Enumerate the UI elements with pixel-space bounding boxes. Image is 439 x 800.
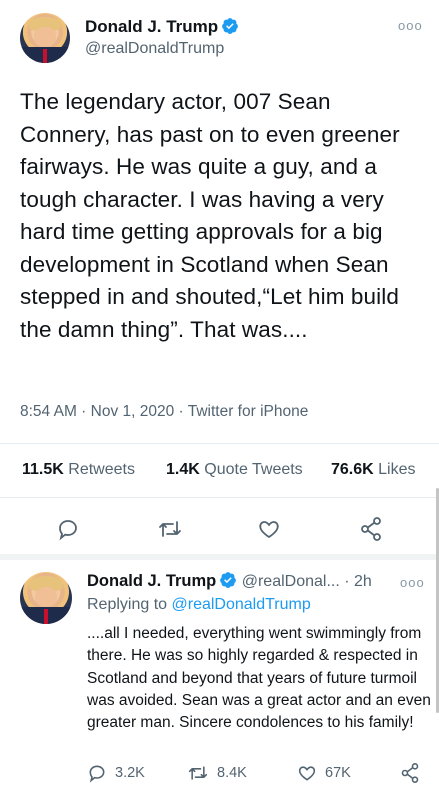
quote-tweets-stat[interactable]: 1.4K Quote Tweets xyxy=(166,461,303,479)
author-avatar[interactable] xyxy=(20,13,70,63)
reply-retweet-action[interactable]: 8.4K xyxy=(187,763,247,783)
author-name-row[interactable]: Donald J. Trump xyxy=(85,17,239,37)
tweet-timestamp[interactable]: 8:54 AM · Nov 1, 2020 · Twitter for iPho… xyxy=(20,403,308,421)
likes-label: Likes xyxy=(378,461,416,478)
replying-to-prefix: Replying to xyxy=(87,596,168,613)
reply-like-action[interactable]: 67K xyxy=(297,763,351,783)
reply-icon[interactable] xyxy=(56,517,80,541)
like-icon[interactable] xyxy=(257,517,281,541)
likes-stat[interactable]: 76.6K Likes xyxy=(331,461,416,479)
retweets-label: Retweets xyxy=(68,461,135,478)
retweet-icon[interactable] xyxy=(157,517,183,541)
retweet-count: 8.4K xyxy=(217,765,247,781)
like-count: 67K xyxy=(325,765,351,781)
reply-count: 3.2K xyxy=(115,765,145,781)
verified-badge-icon xyxy=(221,17,239,35)
reply-time[interactable]: · 2h xyxy=(344,573,372,590)
reply-author-avatar[interactable] xyxy=(20,572,72,624)
author-handle[interactable]: @realDonaldTrump xyxy=(85,40,224,58)
reply-header[interactable]: Donald J. Trump @realDonal... · 2h xyxy=(87,571,372,591)
retweets-count: 11.5K xyxy=(22,461,64,478)
retweets-stat[interactable]: 11.5K Retweets xyxy=(22,461,135,479)
author-name[interactable]: Donald J. Trump xyxy=(85,17,218,36)
reply-tweet-text: ....all I needed, everything went swimmi… xyxy=(87,625,431,732)
tweet-text: The legendary actor, 007 Sean Connery, h… xyxy=(20,89,400,342)
share-icon[interactable] xyxy=(359,516,383,542)
verified-badge-icon xyxy=(219,571,237,589)
divider xyxy=(0,443,439,444)
reply-more-options-icon[interactable]: ooo xyxy=(400,575,425,590)
thread-separator xyxy=(0,554,439,560)
reply-author-handle[interactable]: @realDonal... xyxy=(242,573,340,590)
like-icon[interactable] xyxy=(297,763,317,783)
reply-share-icon[interactable] xyxy=(400,762,420,784)
quotes-label: Quote Tweets xyxy=(204,461,303,478)
reply-author-name[interactable]: Donald J. Trump xyxy=(87,572,216,590)
likes-count: 76.6K xyxy=(331,461,374,478)
reply-icon[interactable] xyxy=(87,763,107,783)
replying-to: Replying to @realDonaldTrump xyxy=(87,596,311,614)
retweet-icon[interactable] xyxy=(187,763,209,783)
replying-to-link[interactable]: @realDonaldTrump xyxy=(172,596,311,613)
reply-reply-action[interactable]: 3.2K xyxy=(87,763,145,783)
quotes-count: 1.4K xyxy=(166,461,200,478)
more-options-icon[interactable]: ooo xyxy=(398,18,423,33)
divider xyxy=(0,497,439,498)
